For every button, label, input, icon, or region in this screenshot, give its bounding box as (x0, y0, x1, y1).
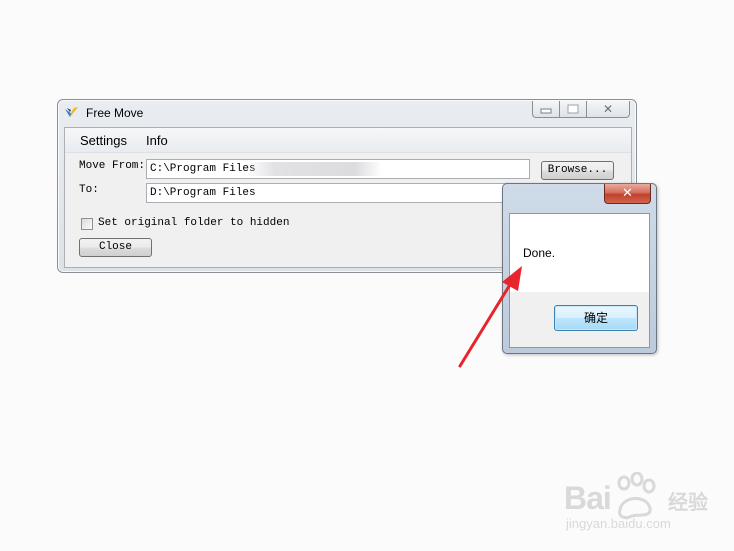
hidden-checkbox-label[interactable]: Set original folder to hidden (98, 217, 289, 229)
message-dialog: ✕ Done. 确定 (502, 183, 657, 354)
menu-bar: Settings Info (65, 128, 631, 153)
redacted-path-blur (247, 162, 382, 176)
move-from-field[interactable]: C:\Program Files (146, 159, 530, 179)
hidden-checkbox[interactable] (81, 218, 93, 230)
to-label: To: (79, 184, 99, 196)
dialog-client-area: Done. 确定 (509, 213, 650, 348)
watermark-brand-right: 经验 (668, 490, 708, 514)
to-field[interactable]: D:\Program Files (146, 183, 530, 203)
close-button[interactable]: Close (79, 238, 152, 257)
dialog-close-button[interactable]: ✕ (604, 184, 651, 204)
caption-buttons: ✕ (532, 101, 630, 118)
move-from-value: C:\Program Files (150, 163, 256, 175)
to-value: D:\Program Files (150, 187, 256, 199)
move-from-label: Move From: (79, 160, 146, 172)
window-title: Free Move (86, 106, 144, 120)
close-icon: ✕ (622, 185, 633, 201)
maximize-button[interactable] (560, 101, 587, 118)
close-window-button[interactable]: ✕ (587, 101, 630, 118)
minimize-icon (540, 108, 552, 114)
watermark-brand-left: Bai (564, 480, 612, 516)
menu-info[interactable]: Info (146, 133, 168, 148)
ok-button[interactable]: 确定 (554, 305, 638, 331)
dialog-message-area: Done. (510, 214, 649, 292)
minimize-button[interactable] (532, 101, 560, 118)
paw-icon (617, 472, 656, 520)
dialog-message: Done. (523, 246, 556, 260)
app-icon (65, 107, 78, 117)
close-icon: ✕ (602, 102, 614, 116)
watermark-url: jingyan.baidu.com (566, 516, 671, 531)
baidu-watermark: Bai 经验 jingyan.baidu.com (560, 470, 730, 540)
menu-settings[interactable]: Settings (80, 133, 127, 148)
title-bar[interactable]: Free Move ✕ (58, 100, 636, 126)
browse-button[interactable]: Browse... (541, 161, 614, 180)
maximize-icon (567, 104, 579, 114)
